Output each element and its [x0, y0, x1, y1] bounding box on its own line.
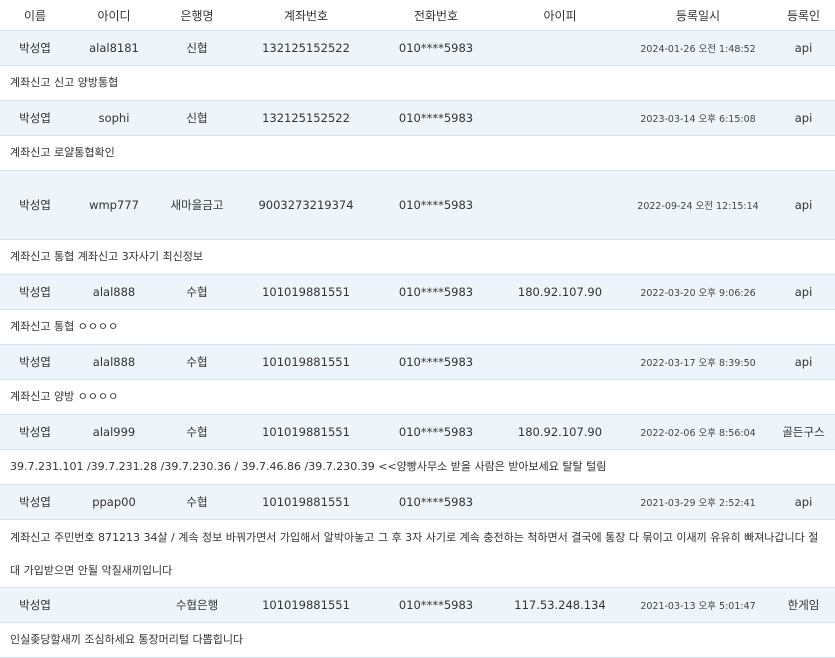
memo-row: 39.7.231.101 /39.7.231.28 /39.7.230.36 /…: [0, 449, 835, 485]
cell-user-id: alal8181: [70, 30, 158, 66]
table-row: 박성엽 alal888 수협 101019881551 010****5983 …: [0, 274, 835, 310]
cell-account: 101019881551: [236, 414, 376, 450]
col-header-registrant: 등록인: [772, 0, 835, 31]
cell-ip: 117.53.248.134: [496, 587, 624, 623]
memo-text: 계좌신고 신고 양방통협: [0, 65, 835, 101]
cell-name: 박성엽: [0, 170, 70, 240]
report-table: 이름 아이디 은행명 계좌번호 전화번호 아이피 등록일시 등록인 박성엽 al…: [0, 0, 835, 658]
cell-ip: [496, 484, 624, 520]
cell-registered: 2024-01-26 오전 1:48:52: [624, 30, 772, 66]
col-header-registered: 등록일시: [624, 0, 772, 31]
memo-text: 인실좆당할새끼 조심하세요 통장머리털 다뽑힙니다: [0, 622, 835, 658]
memo-row: 계좌신고 로얄통협확인: [0, 135, 835, 171]
memo-row: 계좌신고 통협 계좌신고 3자사기 최신정보: [0, 239, 835, 275]
memo-text: 계좌신고 통협 계좌신고 3자사기 최신정보: [0, 239, 835, 275]
table-row: 박성엽 alal8181 신협 132125152522 010****5983…: [0, 30, 835, 66]
cell-registered: 2022-03-20 오후 9:06:26: [624, 274, 772, 310]
cell-ip: [496, 344, 624, 380]
cell-bank: 신협: [158, 30, 236, 66]
cell-bank: 새마을금고: [158, 170, 236, 240]
cell-registered: 2021-03-29 오후 2:52:41: [624, 484, 772, 520]
cell-bank: 수협은행: [158, 587, 236, 623]
memo-text: 계좌신고 로얄통협확인: [0, 135, 835, 171]
cell-account: 132125152522: [236, 100, 376, 136]
col-header-name: 이름: [0, 0, 70, 31]
cell-user-id: sophi: [70, 100, 158, 136]
cell-phone: 010****5983: [376, 484, 496, 520]
cell-phone: 010****5983: [376, 274, 496, 310]
cell-registrant: api: [772, 274, 835, 310]
cell-account: 101019881551: [236, 587, 376, 623]
col-header-account: 계좌번호: [236, 0, 376, 31]
cell-bank: 수협: [158, 484, 236, 520]
cell-phone: 010****5983: [376, 30, 496, 66]
table-row: 박성엽 wmp777 새마을금고 9003273219374 010****59…: [0, 170, 835, 240]
cell-name: 박성엽: [0, 587, 70, 623]
memo-row: 계좌신고 주민번호 871213 34살 / 계속 정보 바꿔가면서 가입해서 …: [0, 519, 835, 588]
cell-bank: 수협: [158, 344, 236, 380]
memo-text: 계좌신고 통협 ㅇㅇㅇㅇ: [0, 309, 835, 345]
col-header-user-id: 아이디: [70, 0, 158, 31]
header-row: 이름 아이디 은행명 계좌번호 전화번호 아이피 등록일시 등록인: [0, 0, 835, 31]
memo-row: 계좌신고 양방 ㅇㅇㅇㅇ: [0, 379, 835, 415]
cell-registered: 2022-09-24 오전 12:15:14: [624, 170, 772, 240]
col-header-phone: 전화번호: [376, 0, 496, 31]
cell-registrant: api: [772, 100, 835, 136]
cell-registrant: api: [772, 30, 835, 66]
cell-phone: 010****5983: [376, 100, 496, 136]
cell-user-id: alal999: [70, 414, 158, 450]
cell-name: 박성엽: [0, 30, 70, 66]
memo-row: 계좌신고 통협 ㅇㅇㅇㅇ: [0, 309, 835, 345]
cell-name: 박성엽: [0, 344, 70, 380]
table-row: 박성엽 sophi 신협 132125152522 010****5983 20…: [0, 100, 835, 136]
cell-registrant: 한게임: [772, 587, 835, 623]
cell-name: 박성엽: [0, 414, 70, 450]
cell-registered: 2021-03-13 오후 5:01:47: [624, 587, 772, 623]
cell-name: 박성엽: [0, 484, 70, 520]
table-row: 박성엽 alal999 수협 101019881551 010****5983 …: [0, 414, 835, 450]
cell-phone: 010****5983: [376, 587, 496, 623]
table-row: 박성엽 alal888 수협 101019881551 010****5983 …: [0, 344, 835, 380]
table-row: 박성엽 ppap00 수협 101019881551 010****5983 2…: [0, 484, 835, 520]
cell-registrant: 골든구스: [772, 414, 835, 450]
cell-account: 101019881551: [236, 274, 376, 310]
cell-registered: 2023-03-14 오후 6:15:08: [624, 100, 772, 136]
cell-ip: [496, 30, 624, 66]
cell-registrant: api: [772, 484, 835, 520]
cell-name: 박성엽: [0, 274, 70, 310]
cell-ip: 180.92.107.90: [496, 414, 624, 450]
memo-text: 39.7.231.101 /39.7.231.28 /39.7.230.36 /…: [0, 449, 835, 485]
cell-user-id: alal888: [70, 344, 158, 380]
cell-bank: 신협: [158, 100, 236, 136]
cell-account: 132125152522: [236, 30, 376, 66]
cell-registrant: api: [772, 170, 835, 240]
memo-row: 인실좆당할새끼 조심하세요 통장머리털 다뽑힙니다: [0, 622, 835, 658]
cell-user-id: ppap00: [70, 484, 158, 520]
cell-ip: 180.92.107.90: [496, 274, 624, 310]
cell-phone: 010****5983: [376, 170, 496, 240]
memo-row: 계좌신고 신고 양방통협: [0, 65, 835, 101]
cell-ip: [496, 170, 624, 240]
cell-user-id: wmp777: [70, 170, 158, 240]
cell-name: 박성엽: [0, 100, 70, 136]
cell-user-id: alal888: [70, 274, 158, 310]
col-header-ip: 아이피: [496, 0, 624, 31]
cell-bank: 수협: [158, 274, 236, 310]
memo-text: 계좌신고 양방 ㅇㅇㅇㅇ: [0, 379, 835, 415]
cell-bank-text: 새마을금고: [170, 198, 224, 212]
cell-account: 9003273219374: [236, 170, 376, 240]
cell-ip: [496, 100, 624, 136]
cell-registrant: api: [772, 344, 835, 380]
cell-bank: 수협: [158, 414, 236, 450]
table-row: 박성엽 수협은행 101019881551 010****5983 117.53…: [0, 587, 835, 623]
cell-registered: 2022-02-06 오후 8:56:04: [624, 414, 772, 450]
memo-text: 계좌신고 주민번호 871213 34살 / 계속 정보 바꿔가면서 가입해서 …: [0, 519, 835, 588]
cell-registered: 2022-03-17 오후 8:39:50: [624, 344, 772, 380]
cell-phone: 010****5983: [376, 344, 496, 380]
cell-account: 101019881551: [236, 344, 376, 380]
col-header-bank: 은행명: [158, 0, 236, 31]
cell-account: 101019881551: [236, 484, 376, 520]
cell-phone: 010****5983: [376, 414, 496, 450]
cell-user-id: [70, 587, 158, 623]
